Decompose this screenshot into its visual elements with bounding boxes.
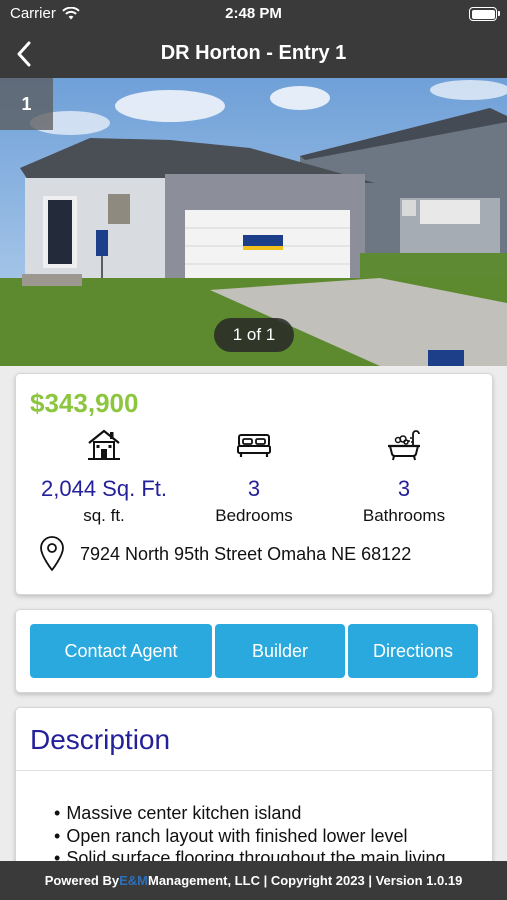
bathrooms-label: Bathrooms: [362, 506, 446, 525]
bedrooms-value: 3: [247, 476, 261, 501]
location-pin-icon: [40, 536, 64, 571]
address-row[interactable]: 7924 North 95th Street Omaha NE 68122: [38, 536, 411, 572]
square-feet-stat: 2,044 Sq. Ft. sq. ft.: [24, 428, 184, 526]
footer-prefix: Powered By: [44, 873, 120, 888]
app-footer: Powered By E&M Management, LLC | Copyrig…: [0, 861, 507, 900]
footer-brand: E&M: [119, 873, 148, 888]
house-icon: [88, 429, 120, 460]
footer-suffix: Management, LLC | Copyright 2023 | Versi…: [148, 873, 463, 888]
action-buttons-card: Contact Agent Builder Directions: [15, 609, 493, 693]
description-item: Open ranch layout with finished lower le…: [54, 825, 446, 848]
description-list: Massive center kitchen island Open ranch…: [54, 802, 446, 870]
square-feet-value: 2,044 Sq. Ft.: [41, 476, 167, 501]
description-item: Massive center kitchen island: [54, 802, 446, 825]
battery-icon: [469, 7, 500, 21]
contact-agent-button[interactable]: Contact Agent: [30, 624, 212, 678]
status-bar: Carrier 2:48 PM: [0, 0, 507, 30]
bedrooms-stat: 3 Bedrooms: [174, 428, 334, 526]
bed-icon: [237, 434, 271, 457]
square-feet-label: sq. ft.: [83, 506, 125, 525]
listing-price: $343,900: [30, 388, 139, 418]
bathrooms-value: 3: [397, 476, 411, 501]
page-title: DR Horton - Entry 1: [160, 42, 347, 64]
navigation-bar: DR Horton - Entry 1: [0, 30, 507, 78]
photo-counter: 1 of 1: [214, 318, 294, 352]
listing-address: 7924 North 95th Street Omaha NE 68122: [80, 543, 412, 564]
photo-index-badge: 1: [0, 78, 53, 130]
description-divider: [16, 770, 492, 771]
builder-button[interactable]: Builder: [215, 624, 345, 678]
listing-details-card: $343,900 2,044 Sq. Ft. sq. ft. 3 Bedroom…: [15, 373, 493, 595]
property-photo-gallery[interactable]: 1 1 of 1: [0, 78, 507, 366]
directions-button[interactable]: Directions: [348, 624, 478, 678]
bathtub-icon: [388, 430, 420, 461]
description-heading: Description: [30, 724, 171, 755]
bathrooms-stat: 3 Bathrooms: [324, 428, 484, 526]
clock: 2:48 PM: [225, 5, 282, 22]
bedrooms-label: Bedrooms: [215, 506, 293, 525]
